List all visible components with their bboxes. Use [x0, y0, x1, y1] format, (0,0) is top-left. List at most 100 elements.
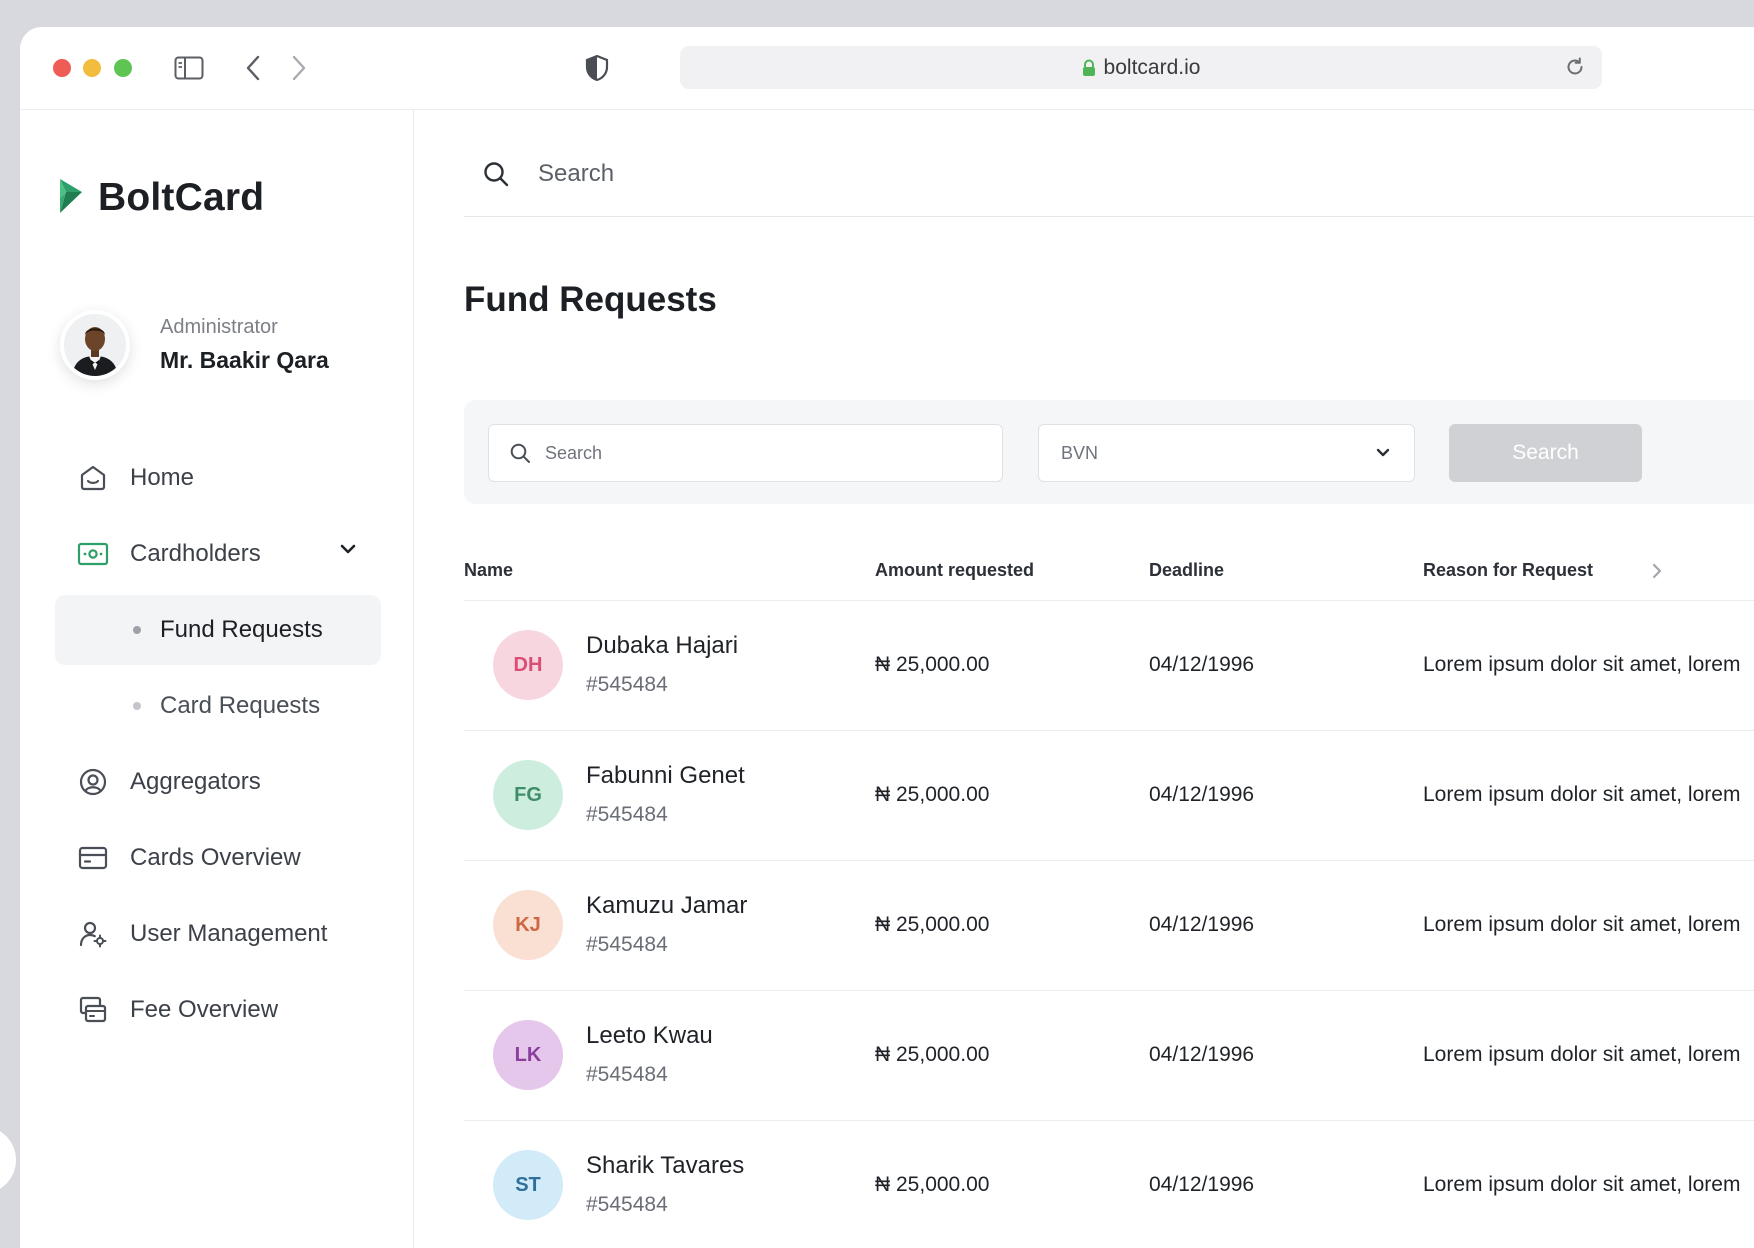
row-amount: ₦ 25,000.00 [875, 1043, 990, 1066]
page-title: Fund Requests [464, 280, 717, 319]
chevron-right-icon[interactable] [1651, 562, 1663, 585]
sidebar-item-label: Fund Requests [160, 616, 323, 643]
address-bar[interactable]: boltcard.io [680, 46, 1602, 89]
sidebar-item-cardholders[interactable]: Cardholders [20, 516, 413, 592]
row-reason: Lorem ipsum dolor sit amet, lorem [1423, 913, 1741, 936]
row-reason: Lorem ipsum dolor sit amet, lorem [1423, 1173, 1741, 1196]
row-id: #545484 [586, 1063, 668, 1086]
sidebar-item-fee-overview[interactable]: Fee Overview [20, 972, 413, 1048]
avatar [60, 310, 130, 380]
row-amount: ₦ 25,000.00 [875, 783, 990, 806]
global-search[interactable]: Search [464, 132, 1754, 217]
sidebar-item-fund-requests[interactable]: Fund Requests [20, 592, 413, 668]
lock-icon [1082, 59, 1096, 77]
avatar: FG [493, 760, 563, 830]
reload-icon[interactable] [1564, 56, 1586, 84]
sidebar-item-label: Card Requests [160, 692, 321, 719]
avatar: KJ [493, 890, 563, 960]
url-text: boltcard.io [1103, 55, 1201, 79]
maximize-window-button[interactable] [114, 59, 132, 77]
sidebar-item-label: User Management [130, 920, 328, 947]
filter-type-select[interactable]: BVN [1038, 424, 1415, 482]
browser-window: boltcard.io BoltCard Administrator Mr. B… [20, 27, 1754, 1248]
row-id: #545484 [586, 1193, 668, 1216]
row-amount: ₦ 25,000.00 [875, 1173, 990, 1196]
row-amount: ₦ 25,000.00 [875, 653, 990, 676]
sidebar: BoltCard Administrator Mr. Baakir Qara H… [20, 110, 414, 1248]
select-value: BVN [1061, 442, 1099, 463]
search-icon [509, 442, 531, 464]
sidebar-item-label: Home [130, 464, 195, 491]
table-row[interactable]: FG Fabunni Genet #545484 ₦ 25,000.00 04/… [464, 731, 1754, 861]
row-reason: Lorem ipsum dolor sit amet, lorem [1423, 653, 1741, 676]
cash-icon [76, 537, 110, 571]
column-header-reason[interactable]: Reason for Request [1423, 560, 1593, 581]
admin-profile[interactable]: Administrator Mr. Baakir Qara [60, 310, 329, 380]
sidebar-nav: Home Cardholders Fund Requests Card Requ… [20, 440, 413, 1048]
filter-bar: Search BVN Search [464, 400, 1754, 504]
back-arrow-icon[interactable] [236, 51, 270, 85]
sidebar-item-label: Cards Overview [130, 844, 301, 871]
row-reason: Lorem ipsum dolor sit amet, lorem [1423, 1043, 1741, 1066]
row-id: #545484 [586, 803, 668, 826]
sidebar-item-label: Fee Overview [130, 996, 279, 1023]
row-name: Sharik Tavares [586, 1152, 745, 1179]
bullet-icon [133, 626, 141, 634]
close-window-button[interactable] [53, 59, 71, 77]
user-circle-icon [76, 765, 110, 799]
main-content: Search Fund Requests Search BVN Search N… [414, 110, 1754, 1248]
bullet-icon [133, 702, 141, 710]
minimize-window-button[interactable] [83, 59, 101, 77]
user-settings-icon [76, 917, 110, 951]
avatar: LK [493, 1020, 563, 1090]
sidebar-item-aggregators[interactable]: Aggregators [20, 744, 413, 820]
credit-card-icon [76, 841, 110, 875]
sidebar-item-home[interactable]: Home [20, 440, 413, 516]
boltcard-logo-icon [58, 178, 84, 219]
column-header-deadline[interactable]: Deadline [1149, 560, 1224, 581]
row-name: Dubaka Hajari [586, 632, 739, 659]
row-deadline: 04/12/1996 [1149, 783, 1255, 806]
profile-role: Administrator [160, 316, 278, 338]
sidebar-item-cards-overview[interactable]: Cards Overview [20, 820, 413, 896]
fee-icon [76, 993, 110, 1027]
row-id: #545484 [586, 673, 668, 696]
table-row[interactable]: DH Dubaka Hajari #545484 ₦ 25,000.00 04/… [464, 601, 1754, 731]
table-row[interactable]: KJ Kamuzu Jamar #545484 ₦ 25,000.00 04/1… [464, 861, 1754, 991]
sidebar-item-label: Aggregators [130, 768, 261, 795]
table-row[interactable]: ST Sharik Tavares #545484 ₦ 25,000.00 04… [464, 1121, 1754, 1248]
shield-icon[interactable] [580, 51, 614, 85]
row-deadline: 04/12/1996 [1149, 913, 1255, 936]
row-id: #545484 [586, 933, 668, 956]
chevron-down-icon [1376, 448, 1390, 458]
row-deadline: 04/12/1996 [1149, 1043, 1255, 1066]
row-name: Fabunni Genet [586, 762, 745, 789]
profile-name: Mr. Baakir Qara [160, 347, 329, 373]
avatar: DH [493, 630, 563, 700]
brand-name: BoltCard [98, 176, 265, 219]
forward-arrow-icon[interactable] [282, 51, 316, 85]
table-row[interactable]: LK Leeto Kwau #545484 ₦ 25,000.00 04/12/… [464, 991, 1754, 1121]
home-icon [76, 461, 110, 495]
row-amount: ₦ 25,000.00 [875, 913, 990, 936]
background-decoration [0, 1126, 16, 1194]
global-search-input[interactable]: Search [538, 160, 614, 188]
sidebar-item-user-management[interactable]: User Management [20, 896, 413, 972]
browser-toolbar: boltcard.io [20, 27, 1754, 110]
row-name: Kamuzu Jamar [586, 892, 748, 919]
table-body: DH Dubaka Hajari #545484 ₦ 25,000.00 04/… [464, 601, 1754, 1248]
chevron-down-icon[interactable] [340, 542, 356, 560]
sidebar-item-card-requests[interactable]: Card Requests [20, 668, 413, 744]
avatar: ST [493, 1150, 563, 1220]
sidebar-toggle-icon[interactable] [172, 51, 206, 85]
search-placeholder: Search [545, 442, 603, 463]
sidebar-item-label: Cardholders [130, 540, 261, 567]
row-reason: Lorem ipsum dolor sit amet, lorem [1423, 783, 1741, 806]
column-header-amount[interactable]: Amount requested [875, 560, 1034, 581]
search-input[interactable]: Search [488, 424, 1003, 482]
brand-logo[interactable]: BoltCard [58, 176, 264, 220]
row-deadline: 04/12/1996 [1149, 653, 1255, 676]
column-header-name[interactable]: Name [464, 560, 513, 581]
search-button[interactable]: Search [1449, 424, 1642, 482]
row-name: Leeto Kwau [586, 1022, 713, 1049]
